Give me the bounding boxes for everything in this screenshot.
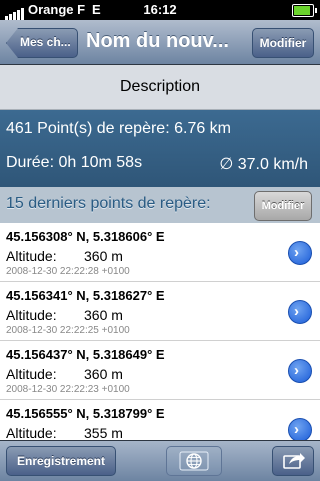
section-header: 15 derniers points de repère: Modifier <box>0 187 320 223</box>
section-title: 15 derniers points de repère: <box>6 195 211 212</box>
altitude-value: 360 m <box>84 366 123 382</box>
globe-icon <box>179 451 209 471</box>
altitude-label: Altitude: <box>6 425 57 440</box>
navigation-bar: Mes ch... Nom du nouv... Modifier <box>0 20 320 65</box>
back-button[interactable]: Mes ch... <box>6 28 78 58</box>
battery-icon <box>292 4 317 17</box>
altitude-label: Altitude: <box>6 248 57 264</box>
disclosure-chevron-icon[interactable]: › <box>288 300 312 324</box>
list-item[interactable]: 45.156437° N, 5.318649° E Altitude: 360 … <box>0 341 320 400</box>
average-speed: ∅ 37.0 km/h <box>219 156 308 173</box>
disclosure-chevron-icon[interactable]: › <box>288 241 312 265</box>
list-item[interactable]: 45.156341° N, 5.318627° E Altitude: 360 … <box>0 282 320 341</box>
share-button[interactable] <box>272 446 314 476</box>
back-button-label: Mes ch... <box>20 35 71 49</box>
timestamp: 2008-12-30 22:22:25 +0100 <box>6 325 130 336</box>
disclosure-chevron-icon[interactable]: › <box>288 418 312 440</box>
duration: Durée: 0h 10m 58s <box>6 154 143 171</box>
timestamp: 2008-12-30 22:22:28 +0100 <box>6 266 130 277</box>
points-distance: 461 Point(s) de repère: 6.76 km <box>6 120 232 137</box>
bottom-toolbar: Enregistrement <box>0 440 320 481</box>
modify-button[interactable]: Modifier <box>252 28 314 58</box>
disclosure-chevron-icon[interactable]: › <box>288 359 312 383</box>
timestamp: 2008-12-30 22:22:23 +0100 <box>6 384 130 395</box>
coordinates: 45.156308° N, 5.318606° E <box>6 229 165 244</box>
map-button[interactable] <box>166 446 222 476</box>
waypoint-list: 45.156308° N, 5.318606° E Altitude: 360 … <box>0 223 320 440</box>
list-item[interactable]: 45.156555° N, 5.318799° E Altitude: 355 … <box>0 400 320 440</box>
status-time: 16:12 <box>143 2 177 17</box>
altitude-label: Altitude: <box>6 307 57 323</box>
track-stats-panel: 461 Point(s) de repère: 6.76 km Durée: 0… <box>0 110 320 187</box>
page-title: Nom du nouv... <box>86 30 229 52</box>
altitude-value: 360 m <box>84 248 123 264</box>
coordinates: 45.156555° N, 5.318799° E <box>6 406 165 421</box>
altitude-label: Altitude: <box>6 366 57 382</box>
coordinates: 45.156437° N, 5.318649° E <box>6 347 165 362</box>
coordinates: 45.156341° N, 5.318627° E <box>6 288 165 303</box>
record-button[interactable]: Enregistrement <box>6 446 116 476</box>
altitude-value: 355 m <box>84 425 123 440</box>
list-item[interactable]: 45.156308° N, 5.318606° E Altitude: 360 … <box>0 223 320 282</box>
description-row[interactable]: Description <box>0 65 320 110</box>
share-icon <box>283 453 305 469</box>
status-bar: Orange F E 16:12 <box>0 0 320 20</box>
altitude-value: 360 m <box>84 307 123 323</box>
section-modify-button[interactable]: Modifier <box>254 191 312 221</box>
